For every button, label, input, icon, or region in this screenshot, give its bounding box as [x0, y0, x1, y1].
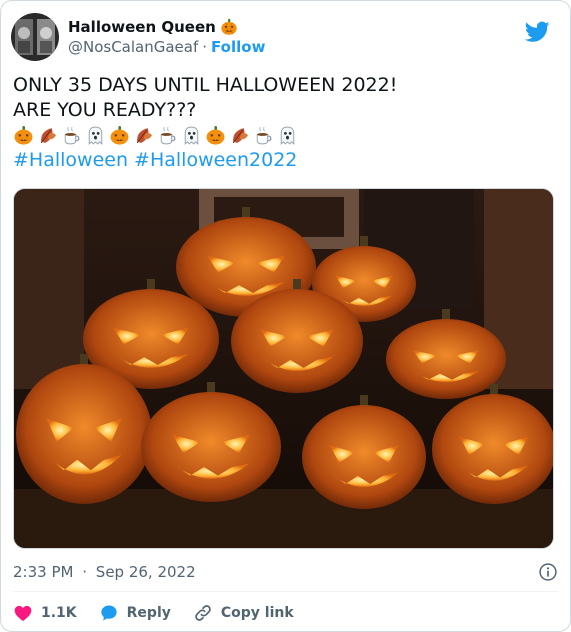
divider	[13, 591, 558, 592]
fallen-leaf-icon	[232, 128, 248, 144]
fallen-leaf-icon	[136, 128, 152, 144]
copy-link-button[interactable]: Copy link	[193, 603, 294, 623]
heart-icon	[14, 605, 32, 621]
like-button[interactable]: 1.1K	[13, 603, 77, 623]
twitter-bird-icon[interactable]	[524, 19, 550, 45]
info-icon[interactable]	[538, 562, 558, 582]
hot-beverage-icon	[160, 126, 176, 145]
hot-beverage-icon	[64, 126, 80, 145]
pumpkin-photo	[14, 189, 553, 548]
timestamp-date: Sep 26, 2022	[95, 563, 196, 581]
link-icon	[195, 605, 211, 621]
emoji-row	[13, 123, 558, 148]
like-count: 1.1K	[41, 605, 77, 621]
avatar[interactable]	[11, 13, 59, 61]
follow-button[interactable]: Follow	[211, 37, 265, 57]
fallen-leaf-icon	[40, 128, 56, 144]
hot-beverage-icon	[256, 126, 272, 145]
timestamp-separator: ·	[82, 563, 88, 581]
timestamp[interactable]: 2:33 PM · Sep 26, 2022	[13, 563, 196, 581]
hashtags: #Halloween #Halloween2022	[13, 148, 558, 173]
tweet-meta: 2:33 PM · Sep 26, 2022	[13, 562, 558, 582]
user-handle[interactable]: @NosCalanGaeaf	[68, 37, 198, 57]
handle-separator: ·	[202, 38, 208, 56]
reply-button[interactable]: Reply	[99, 603, 171, 623]
jack-o-lantern-icon	[206, 126, 225, 145]
hashtag-halloween[interactable]: #Halloween	[13, 149, 128, 171]
tweet-header: Halloween Queen @NosCalanGaeaf · Follow	[11, 11, 560, 63]
tweet-text: ONLY 35 DAYS UNTIL HALLOWEEN 2022! ARE Y…	[13, 73, 558, 173]
tweet-actions: 1.1K Reply Copy link	[13, 601, 294, 625]
user-info: Halloween Queen @NosCalanGaeaf · Follow	[68, 17, 265, 57]
reply-label: Reply	[126, 605, 171, 621]
reply-bubble-icon	[100, 605, 117, 621]
copy-link-label: Copy link	[220, 605, 294, 621]
tweet-card: Halloween Queen @NosCalanGaeaf · Follow	[0, 0, 571, 632]
hashtag-halloween2022[interactable]: #Halloween2022	[134, 149, 297, 171]
jack-o-lantern-icon	[221, 18, 237, 35]
timestamp-time: 2:33 PM	[13, 563, 74, 581]
display-name[interactable]: Halloween Queen	[68, 17, 216, 37]
tweet-line-2: ARE YOU READY???	[13, 99, 197, 121]
jack-o-lantern-icon	[14, 126, 33, 145]
tweet-photo[interactable]	[13, 188, 554, 549]
tweet-line-1: ONLY 35 DAYS UNTIL HALLOWEEN 2022!	[13, 74, 398, 96]
ghost-icon	[184, 126, 199, 145]
ghost-icon	[88, 126, 103, 145]
ghost-icon	[280, 126, 295, 145]
jack-o-lantern-icon	[110, 126, 129, 145]
